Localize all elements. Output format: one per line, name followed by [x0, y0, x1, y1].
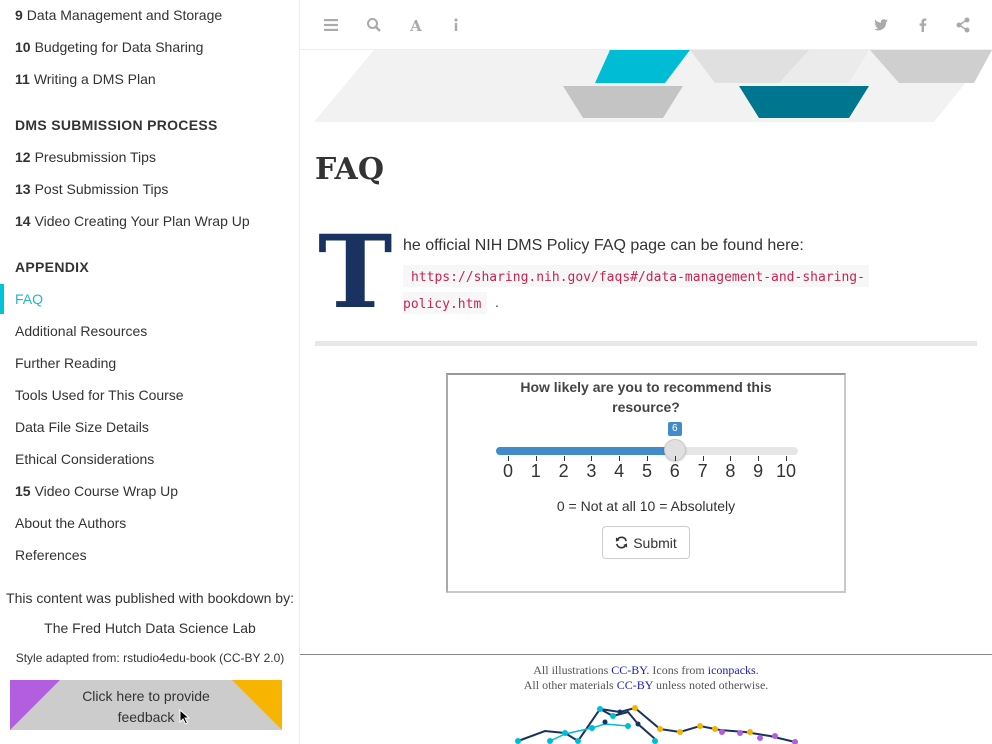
faq-url-link-part2[interactable]: policy.htm [403, 292, 488, 314]
slider-fill [496, 447, 675, 455]
section-divider [315, 341, 977, 346]
footer-illustrations-credit: All illustrations CC-BY. Icons from icon… [533, 663, 759, 677]
drop-cap-letter: T [318, 213, 393, 331]
iconpacks-link[interactable]: iconpacks [708, 663, 756, 677]
feedback-right-decoration [232, 680, 282, 730]
published-by-text: This content was published with bookdown… [6, 590, 294, 606]
sidebar-item-video-plan-wrap-up[interactable]: 14 Video Creating Your Plan Wrap Up [15, 211, 250, 231]
header-banner-image [314, 50, 992, 122]
slider-tick-label: 0 [502, 461, 513, 481]
sidebar-item-video-course-wrap-up[interactable]: 15 Video Course Wrap Up [15, 481, 178, 501]
page-title: FAQ [315, 152, 384, 187]
slider-tick-label: 1 [530, 461, 541, 481]
feedback-button[interactable]: Click here to provide feedback [10, 680, 282, 730]
slider-value-badge: 6 [667, 422, 682, 436]
svg-text:A: A [409, 17, 422, 34]
book-toolbar: A [300, 0, 992, 50]
sidebar-item-further-reading[interactable]: Further Reading [15, 353, 116, 373]
sidebar-item-presubmission[interactable]: 12 Presubmission Tips [15, 147, 156, 167]
sidebar-item-additional-resources[interactable]: Additional Resources [15, 321, 147, 341]
sidebar-item-about-authors[interactable]: About the Authors [15, 513, 126, 533]
section-header-submission: DMS SUBMISSION PROCESS [15, 117, 218, 133]
slider-tick-label: 4 [614, 461, 625, 481]
share-icon[interactable] [954, 16, 972, 34]
sidebar-item-data-file-size[interactable]: Data File Size Details [15, 417, 149, 437]
slider-tick-label: 7 [697, 461, 708, 481]
fred-hutch-link[interactable]: The Fred Hutch Data Science Lab [0, 620, 299, 636]
slider-tick-label: 6 [669, 461, 680, 481]
info-icon[interactable] [447, 16, 465, 34]
sidebar-item-post-submission[interactable]: 13 Post Submission Tips [15, 179, 168, 199]
slider-tick-label: 2 [558, 461, 569, 481]
recommendation-survey: How likely are you to recommend this res… [446, 373, 846, 593]
sidebar-item-budgeting[interactable]: 10 Budgeting for Data Sharing [15, 37, 203, 57]
twitter-icon[interactable] [872, 16, 890, 34]
submit-label: Submit [633, 534, 677, 551]
sidebar-item-tools-used[interactable]: Tools Used for This Course [15, 385, 184, 405]
slider-tick-label: 10 [775, 461, 797, 481]
sidebar-item-data-management[interactable]: 9 Data Management and Storage [15, 5, 222, 25]
submit-button[interactable]: Submit [602, 526, 690, 559]
refresh-icon [616, 536, 628, 549]
mouse-cursor-icon [179, 709, 191, 725]
sidebar-item-faq[interactable]: FAQ [15, 289, 43, 309]
sidebar-toggle-icon[interactable] [322, 16, 340, 34]
paragraph-period: . [495, 294, 499, 310]
slider-tick-label: 5 [641, 461, 652, 481]
font-settings-icon[interactable]: A [407, 16, 425, 34]
sidebar-item-writing-plan[interactable]: 11 Writing a DMS Plan [15, 69, 156, 89]
feedback-left-decoration [10, 680, 60, 730]
cc-by-materials-link[interactable]: CC-BY [617, 678, 653, 692]
scale-note: 0 = Not at all 10 = Absolutely [556, 498, 736, 514]
style-adapted-text: Style adapted from: rstudio4edu-book (CC… [15, 651, 285, 665]
cc-by-link[interactable]: CC-BY. [611, 663, 649, 677]
sidebar-item-ethical[interactable]: Ethical Considerations [15, 449, 154, 469]
slider-tick-label: 3 [586, 461, 597, 481]
slider-tick-label: 9 [753, 461, 764, 481]
survey-question: How likely are you to recommend this res… [520, 379, 772, 415]
footer-network-illustration [515, 705, 798, 744]
faq-paragraph: he official NIH DMS Policy FAQ page can … [403, 237, 804, 254]
section-header-appendix: APPENDIX [15, 259, 89, 275]
sidebar: 9 Data Management and Storage 10 Budgeting… [0, 0, 300, 744]
facebook-icon[interactable] [914, 16, 932, 34]
faq-url-link-part1[interactable]: https://sharing.nih.gov/faqs#/data-manag… [403, 265, 869, 287]
search-icon[interactable] [365, 16, 383, 34]
footer-divider [300, 654, 992, 655]
slider-tick-label: 8 [725, 461, 736, 481]
footer-materials-credit: All other materials CC-BY unless noted o… [523, 678, 769, 692]
active-indicator [0, 284, 4, 314]
sidebar-item-references[interactable]: References [15, 545, 87, 565]
feedback-label: Click here to provide feedback [82, 688, 210, 725]
